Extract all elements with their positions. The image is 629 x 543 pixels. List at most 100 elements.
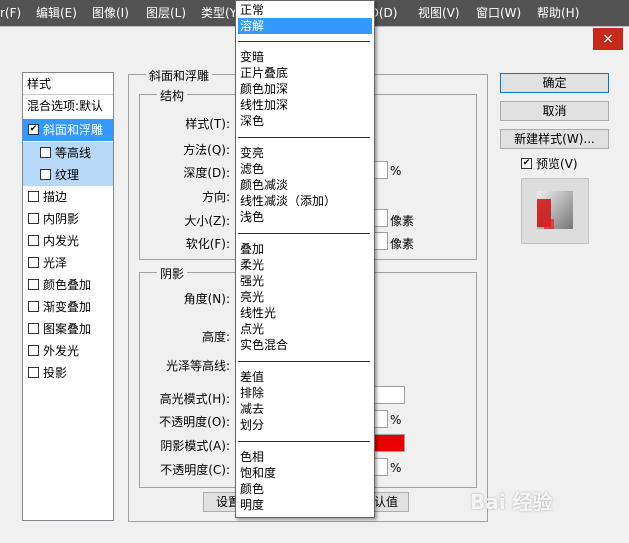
style-item-inner-glow[interactable]: 内发光 [23, 230, 113, 252]
outer-glow-checkbox[interactable] [28, 345, 39, 356]
blend-mode-option[interactable]: 亮光 [238, 289, 372, 305]
style-item-inner-shadow[interactable]: 内阴影 [23, 208, 113, 230]
bevel-emboss-title: 斜面和浮雕 [146, 67, 213, 84]
preview-checkbox[interactable]: ✔ [521, 158, 532, 169]
blend-mode-option[interactable]: 变暗 [238, 49, 372, 65]
highlight-mode-label: 高光模式(H): [159, 392, 230, 406]
style-item-pattern-overlay[interactable]: 图案叠加 [23, 318, 113, 340]
blend-mode-option[interactable]: 明度 [238, 497, 372, 513]
style-item-label: 图案叠加 [43, 322, 92, 336]
ok-button[interactable]: 确定 [500, 73, 609, 93]
blend-mode-option[interactable]: 变亮 [238, 145, 372, 161]
shadow-color-swatch[interactable] [372, 434, 405, 452]
menu-separator [238, 137, 370, 138]
inner-shadow-checkbox[interactable] [28, 213, 39, 224]
gloss-contour-label: 光泽等高线: [165, 359, 230, 373]
blend-mode-option[interactable]: 柔光 [238, 257, 372, 273]
blend-mode-dropdown[interactable]: 正常 溶解 变暗 正片叠底 颜色加深 线性加深 深色 变亮 滤色 颜色减淡 线性… [235, 0, 375, 518]
style-item-label: 斜面和浮雕 [43, 123, 104, 137]
gradient-overlay-checkbox[interactable] [28, 301, 39, 312]
menu-separator [238, 361, 370, 362]
styles-header[interactable]: 样式 [23, 73, 113, 95]
style-item-color-overlay[interactable]: 颜色叠加 [23, 274, 113, 296]
highlight-opacity-label: 不透明度(O): [159, 415, 230, 429]
shadow-opacity-unit: % [390, 461, 402, 475]
blend-options-item[interactable]: 混合选项:默认 [23, 95, 113, 117]
style-item-gradient-overlay[interactable]: 渐变叠加 [23, 296, 113, 318]
cancel-button[interactable]: 取消 [500, 101, 609, 121]
new-style-button[interactable]: 新建样式(W)... [500, 129, 609, 149]
style-item-label: 外发光 [43, 344, 80, 358]
blend-mode-option[interactable]: 色相 [238, 449, 372, 465]
blend-mode-option[interactable]: 正常 [238, 2, 372, 18]
menu-layer[interactable]: 图层(L) [146, 0, 186, 26]
soften-label: 软化(F): [185, 237, 230, 251]
shadow-mode-label: 阴影模式(A): [160, 439, 230, 453]
highlight-color-swatch[interactable] [372, 386, 405, 404]
style-preview-thumbnail [521, 178, 589, 244]
style-item-contour[interactable]: 等高线 [23, 142, 113, 164]
blend-mode-option[interactable]: 颜色减淡 [238, 177, 372, 193]
style-item-label: 投影 [43, 366, 68, 380]
blend-mode-option[interactable]: 叠加 [238, 241, 372, 257]
menu-image[interactable]: 图像(I) [92, 0, 129, 26]
style-item-stroke[interactable]: 描边 [23, 186, 113, 208]
depth-unit: % [390, 164, 402, 178]
inner-glow-checkbox[interactable] [28, 235, 39, 246]
blend-mode-option[interactable]: 线性光 [238, 305, 372, 321]
blend-mode-option[interactable]: 颜色加深 [238, 81, 372, 97]
bevel-checkbox[interactable]: ✔ [28, 124, 39, 135]
menu-view[interactable]: 视图(V) [418, 0, 460, 26]
menu-separator [238, 41, 370, 42]
close-button[interactable]: × [593, 28, 623, 50]
menu-separator [238, 441, 370, 442]
preview-toggle[interactable]: ✔ 预览(V) [521, 155, 578, 172]
blend-mode-option[interactable]: 线性加深 [238, 97, 372, 113]
blend-mode-option[interactable]: 划分 [238, 417, 372, 433]
blend-mode-option[interactable]: 深色 [238, 113, 372, 129]
satin-checkbox[interactable] [28, 257, 39, 268]
menu-edit[interactable]: 编辑(E) [36, 0, 77, 26]
menu-window[interactable]: 窗口(W) [476, 0, 521, 26]
stroke-checkbox[interactable] [28, 191, 39, 202]
highlight-opacity-unit: % [390, 413, 402, 427]
menu-separator [238, 233, 370, 234]
blend-mode-option[interactable]: 排除 [238, 385, 372, 401]
method-label: 方法(Q): [183, 143, 230, 157]
blend-mode-option[interactable]: 点光 [238, 321, 372, 337]
style-item-bevel-emboss[interactable]: ✔ 斜面和浮雕 [23, 119, 113, 141]
style-item-outer-glow[interactable]: 外发光 [23, 340, 113, 362]
shading-title: 阴影 [157, 265, 188, 282]
color-overlay-checkbox[interactable] [28, 279, 39, 290]
blend-mode-option[interactable]: 差值 [238, 369, 372, 385]
preview-label: 预览(V) [536, 157, 578, 171]
blend-mode-option[interactable]: 正片叠底 [238, 65, 372, 81]
blend-mode-option[interactable]: 颜色 [238, 481, 372, 497]
shadow-opacity-label: 不透明度(C): [160, 463, 230, 477]
style-item-texture[interactable]: 纹理 [23, 164, 113, 186]
style-item-label: 内发光 [43, 234, 80, 248]
texture-checkbox[interactable] [40, 169, 51, 180]
blend-mode-option[interactable]: 饱和度 [238, 465, 372, 481]
pattern-overlay-checkbox[interactable] [28, 323, 39, 334]
blend-mode-option[interactable]: 减去 [238, 401, 372, 417]
blend-mode-option-selected[interactable]: 溶解 [238, 18, 372, 34]
blend-mode-option[interactable]: 滤色 [238, 161, 372, 177]
styles-list: 样式 混合选项:默认 ✔ 斜面和浮雕 等高线 纹理 描边 内阴影 内发光 光泽 颜… [22, 72, 114, 521]
drop-shadow-checkbox[interactable] [28, 367, 39, 378]
size-unit: 像素 [390, 214, 415, 228]
style-item-label: 渐变叠加 [43, 300, 92, 314]
style-item-satin[interactable]: 光泽 [23, 252, 113, 274]
angle-label: 角度(N): [183, 292, 230, 306]
blend-mode-option[interactable]: 浅色 [238, 209, 372, 225]
menu-file[interactable]: r(F) [0, 0, 21, 26]
style-item-label: 光泽 [43, 256, 68, 270]
style-item-drop-shadow[interactable]: 投影 [23, 362, 113, 384]
blend-mode-option[interactable]: 强光 [238, 273, 372, 289]
style-item-label: 纹理 [55, 168, 80, 182]
blend-mode-option[interactable]: 实色混合 [238, 337, 372, 353]
blend-mode-option[interactable]: 线性减淡（添加） [238, 193, 372, 209]
menu-help[interactable]: 帮助(H) [537, 0, 579, 26]
direction-label: 方向: [201, 190, 230, 204]
contour-checkbox[interactable] [40, 147, 51, 158]
